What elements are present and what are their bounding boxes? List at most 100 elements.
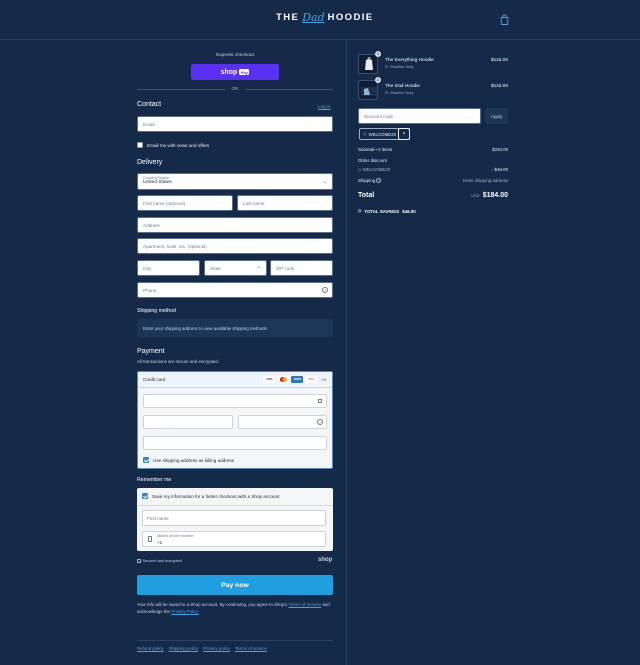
save-info-checkbox[interactable] xyxy=(142,493,148,499)
discount-code-field[interactable]: Discount code xyxy=(358,108,481,124)
shipping-label-group: Shipping ? xyxy=(358,178,382,183)
currency-label: USD xyxy=(471,194,480,198)
footer-links: Refund policy Shipping policy Privacy po… xyxy=(137,646,272,651)
discount-code-label: ◇ WELCOME20 xyxy=(358,167,390,173)
country-select[interactable]: Country/Region United States ⌄ xyxy=(137,173,333,190)
credit-card-form: Credit card VISA AMEX DISC +4 ? Use ship… xyxy=(137,371,333,469)
product-thumbnail xyxy=(358,54,378,74)
footer-divider xyxy=(137,640,333,641)
savings-value: $46.00 xyxy=(402,208,416,214)
help-icon[interactable]: ? xyxy=(322,287,328,293)
secure-note: Secured and encrypted xyxy=(137,559,182,563)
item-name: The Dad Hoodie xyxy=(385,84,420,89)
order-discount-row: Order discount xyxy=(358,158,508,163)
login-link[interactable]: Log in xyxy=(318,104,331,109)
first-name-field[interactable]: First name (optional) xyxy=(137,195,233,211)
city-placeholder: City xyxy=(143,265,151,271)
remember-title: Remember me xyxy=(137,477,172,483)
mobile-phone-icon xyxy=(148,536,152,542)
newsletter-checkbox[interactable] xyxy=(137,142,143,148)
chevron-down-icon: ⌄ xyxy=(322,179,327,185)
order-discount-label: Order discount xyxy=(358,158,387,163)
column-divider xyxy=(346,40,347,665)
security-code-field[interactable]: ? xyxy=(238,415,327,429)
pay-now-button[interactable]: Pay now xyxy=(137,575,333,595)
lock-icon xyxy=(318,399,322,403)
shipping-policy-link[interactable]: Shipping policy xyxy=(169,646,199,651)
shipping-row: Shipping ? Enter shipping address xyxy=(358,178,508,183)
remove-discount-close-icon[interactable]: × xyxy=(398,128,410,140)
shipping-value: Enter shipping address xyxy=(463,178,508,183)
name-on-card-field[interactable] xyxy=(143,436,327,450)
shopping-bag-icon[interactable] xyxy=(500,14,509,25)
state-select[interactable]: State ⌄ xyxy=(204,260,267,276)
apartment-field[interactable]: Apartment, suite, etc. (optional) xyxy=(137,238,333,254)
logo-script: Dad xyxy=(302,11,325,24)
city-field[interactable]: City xyxy=(137,260,200,276)
privacy-policy-footer-link[interactable]: Privacy policy xyxy=(203,646,230,651)
item-variant: S / Heather Grey xyxy=(385,91,414,95)
billing-checkbox-row[interactable]: Use shipping address as billing address xyxy=(143,457,234,463)
help-icon[interactable]: ? xyxy=(317,419,323,425)
lock-icon xyxy=(137,559,141,563)
apartment-placeholder: Apartment, suite, etc. (optional) xyxy=(143,243,207,249)
refund-policy-link[interactable]: Refund policy xyxy=(137,646,164,651)
apply-button[interactable]: Apply xyxy=(485,108,508,124)
payment-subtitle: All transactions are secure and encrypte… xyxy=(137,359,220,364)
item-variant: S / Heather Grey xyxy=(385,65,414,69)
mobile-phone-field[interactable]: Mobile phone number +1 xyxy=(142,531,326,547)
save-info-checkbox-row[interactable]: Save my information for a faster checkou… xyxy=(142,493,279,499)
privacy-policy-link[interactable]: Privacy Policy xyxy=(171,609,198,614)
card-number-field[interactable] xyxy=(143,394,327,408)
email-field[interactable]: Email xyxy=(137,116,333,132)
shop-pay-badge: Pay xyxy=(239,69,250,75)
store-logo[interactable]: THE Dad HOODIE xyxy=(276,11,374,24)
address-field[interactable]: Address xyxy=(137,217,333,233)
applied-code: WELCOME20 xyxy=(368,131,397,137)
terms-of-service-footer-link[interactable]: Terms of service xyxy=(235,646,267,651)
total-label: Total xyxy=(358,192,375,199)
shop-logo: shop xyxy=(318,557,333,563)
phone-field[interactable]: Phone ? xyxy=(137,282,333,298)
header: THE Dad HOODIE xyxy=(0,0,640,40)
delivery-title: Delivery xyxy=(137,159,163,166)
savings-label: TOTAL SAVINGS xyxy=(364,208,400,214)
card-brands: VISA AMEX DISC +4 xyxy=(263,376,326,383)
credit-card-label: Credit card xyxy=(143,377,166,382)
last-name-placeholder: Last name xyxy=(243,200,265,206)
credit-card-option[interactable]: Credit card VISA AMEX DISC +4 xyxy=(138,372,332,388)
remember-first-name-field[interactable]: First name xyxy=(142,510,326,526)
visa-icon: VISA xyxy=(263,376,276,383)
more-brands: +4 xyxy=(321,377,326,382)
logo-right: HOODIE xyxy=(327,12,374,23)
zip-field[interactable]: ZIP code xyxy=(270,260,333,276)
discount-placeholder: Discount code xyxy=(364,113,394,119)
shop-pay-button[interactable]: shop Pay xyxy=(191,64,279,80)
item-name: The Everything Hoodie xyxy=(385,58,434,63)
shipping-method-title: Shipping method xyxy=(137,308,176,314)
legal-text: Your info will be saved to a Shop accoun… xyxy=(137,601,333,615)
first-name-placeholder: First name (optional) xyxy=(143,200,186,206)
discount-value: - $46.00 xyxy=(491,167,508,172)
state-placeholder: State xyxy=(210,265,221,271)
help-icon[interactable]: ? xyxy=(376,178,382,183)
mobile-value: +1 xyxy=(157,539,163,545)
item-price: $115.00 xyxy=(491,58,508,63)
subtotal-value: $230.00 xyxy=(492,147,508,152)
subtotal-row: Subtotal • 2 items $230.00 xyxy=(358,147,508,152)
email-placeholder: Email xyxy=(143,121,155,127)
expiry-field[interactable] xyxy=(143,415,233,429)
newsletter-checkbox-row[interactable]: Email me with news and offers xyxy=(137,142,209,148)
billing-checkbox[interactable] xyxy=(143,457,149,463)
express-checkout-label: Express checkout xyxy=(216,53,254,58)
legal-text-part: Your info will be saved to a Shop accoun… xyxy=(137,602,288,607)
shipping-label: Shipping xyxy=(358,178,376,183)
mobile-label: Mobile phone number xyxy=(157,534,194,538)
terms-of-service-link[interactable]: Terms of Service xyxy=(288,602,321,607)
address-placeholder: Address xyxy=(143,222,160,228)
tag-icon: ◇ xyxy=(358,208,362,213)
apply-label: Apply xyxy=(490,113,503,119)
newsletter-label: Email me with news and offers xyxy=(147,142,210,148)
discover-icon: DISC xyxy=(305,376,318,383)
last-name-field[interactable]: Last name xyxy=(237,195,333,211)
